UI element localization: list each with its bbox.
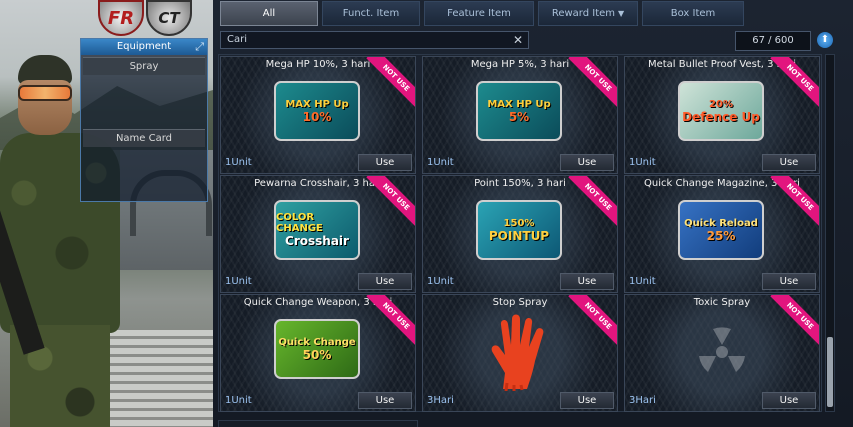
thumb-text-1: MAX HP Up bbox=[285, 98, 349, 110]
scrollbar-thumb[interactable] bbox=[827, 337, 833, 407]
use-button[interactable]: Use bbox=[358, 154, 412, 171]
use-button[interactable]: Use bbox=[358, 273, 412, 290]
thumb-text-2: 25% bbox=[706, 228, 736, 243]
item-thumbnail: 150% POINTUP bbox=[476, 200, 562, 260]
use-button[interactable]: Use bbox=[358, 392, 412, 409]
thumb-text-1: COLOR CHANGE bbox=[276, 212, 323, 234]
item-thumbnail: COLOR CHANGE Crosshair bbox=[274, 200, 360, 260]
equipment-title: Equipment bbox=[116, 41, 172, 52]
chevron-down-icon: ▼ bbox=[618, 9, 625, 18]
equipment-panel-header: Equipment ⤢ bbox=[81, 39, 207, 55]
use-button[interactable]: Use bbox=[762, 392, 816, 409]
thumb-text-2: 5% bbox=[508, 109, 530, 124]
close-icon[interactable]: ✕ bbox=[513, 32, 523, 48]
thumb-text-2: Crosshair bbox=[285, 234, 349, 248]
item-thumbnail: MAX HP Up 10% bbox=[274, 81, 360, 141]
ct-logo-text: CT bbox=[158, 9, 180, 27]
item-card[interactable]: Point 150%, 3 hari 150% POINTUP NOT USE … bbox=[422, 175, 618, 293]
item-card[interactable]: Toxic Spray NOT USE 3Hari Use bbox=[624, 294, 820, 412]
thumb-text-1: Quick Change bbox=[278, 336, 356, 348]
equipment-panel: Equipment ⤢ Spray Name Card bbox=[80, 38, 208, 202]
item-unit: 1Unit bbox=[225, 157, 252, 168]
item-unit: 1Unit bbox=[225, 395, 252, 406]
hand-spray-icon bbox=[491, 314, 544, 391]
search-input[interactable]: Cari ✕ bbox=[220, 31, 529, 49]
fr-faction-logo[interactable]: FR bbox=[98, 0, 144, 36]
item-card[interactable]: Quick Change Weapon, 3 hari Quick Change… bbox=[220, 294, 416, 412]
item-thumbnail: Quick Change 50% bbox=[274, 319, 360, 379]
thumb-text-2: POINTUP bbox=[488, 228, 550, 243]
equipment-slot-namecard-label: Name Card bbox=[83, 129, 205, 147]
item-unit: 1Unit bbox=[225, 276, 252, 287]
inventory-panel: All Funct. Item Feature Item Reward Item… bbox=[213, 0, 853, 427]
thumb-text-1: MAX HP Up bbox=[487, 98, 551, 110]
tab-feature-item[interactable]: Feature Item bbox=[424, 1, 534, 26]
thumb-text-1: 20% bbox=[709, 98, 733, 110]
item-card[interactable]: Quick Change Magazine, 3 hari Quick Relo… bbox=[624, 175, 820, 293]
item-unit: 1Unit bbox=[427, 157, 454, 168]
category-tabs: All Funct. Item Feature Item Reward Item… bbox=[220, 1, 744, 26]
item-unit: 1Unit bbox=[427, 276, 454, 287]
item-unit: 1Unit bbox=[629, 157, 656, 168]
item-grid: Mega HP 10%, 3 hari MAX HP Up 10% NOT US… bbox=[218, 54, 822, 412]
equipment-slot-spray-label: Spray bbox=[83, 57, 205, 75]
item-grid-scrollbar[interactable] bbox=[825, 54, 835, 412]
item-card[interactable]: Stop Spray NOT USE 3Hari Use bbox=[422, 294, 618, 412]
tab-funct-item-label: Funct. Item bbox=[342, 8, 400, 19]
tab-box-item-label: Box Item bbox=[670, 8, 716, 19]
tab-all-label: All bbox=[262, 8, 276, 19]
item-unit: 3Hari bbox=[427, 395, 454, 406]
soldier-goggles bbox=[18, 85, 72, 101]
tab-box-item[interactable]: Box Item bbox=[642, 1, 744, 26]
thumb-text-1: 150% bbox=[503, 217, 535, 229]
ct-faction-logo[interactable]: CT bbox=[146, 0, 192, 36]
thumb-text-2: 10% bbox=[302, 109, 332, 124]
tab-feature-item-label: Feature Item bbox=[447, 8, 511, 19]
tab-reward-item-label: Reward Item bbox=[551, 8, 616, 19]
bottom-panel-edge bbox=[218, 420, 418, 427]
item-card[interactable]: Metal Bullet Proof Vest, 3 hari 20% Defe… bbox=[624, 56, 820, 174]
fr-logo-text: FR bbox=[107, 7, 135, 29]
search-value: Cari bbox=[227, 34, 247, 45]
character-preview-scene: FR CT Equipment ⤢ Spray Name Card bbox=[0, 0, 213, 427]
expand-icon[interactable]: ⤢ bbox=[195, 39, 204, 55]
equipment-slot-spray[interactable] bbox=[83, 75, 205, 127]
item-card[interactable]: Pewarna Crosshair, 3 hari COLOR CHANGE C… bbox=[220, 175, 416, 293]
item-unit: 1Unit bbox=[629, 276, 656, 287]
use-button[interactable]: Use bbox=[560, 392, 614, 409]
item-thumbnail: MAX HP Up 5% bbox=[476, 81, 562, 141]
item-thumbnail: 20% Defence Up bbox=[678, 81, 764, 141]
thumb-text-1: Quick Reload bbox=[684, 217, 758, 229]
radiation-spray-icon bbox=[699, 327, 745, 372]
use-button[interactable]: Use bbox=[560, 154, 614, 171]
use-button[interactable]: Use bbox=[762, 154, 816, 171]
use-button[interactable]: Use bbox=[762, 273, 816, 290]
inventory-count: 67 / 600 bbox=[735, 31, 811, 51]
item-thumbnail: Quick Reload 25% bbox=[678, 200, 764, 260]
item-card[interactable]: Mega HP 5%, 3 hari MAX HP Up 5% NOT USE … bbox=[422, 56, 618, 174]
equipment-slot-namecard[interactable] bbox=[83, 147, 205, 199]
thumb-text-2: Defence Up bbox=[682, 109, 760, 124]
use-button[interactable]: Use bbox=[560, 273, 614, 290]
item-unit: 3Hari bbox=[629, 395, 656, 406]
item-card[interactable]: Mega HP 10%, 3 hari MAX HP Up 10% NOT US… bbox=[220, 56, 416, 174]
tab-funct-item[interactable]: Funct. Item bbox=[322, 1, 420, 26]
thumb-text-2: 50% bbox=[302, 347, 332, 362]
game-screen: FR CT Equipment ⤢ Spray Name Card All Fu… bbox=[0, 0, 853, 427]
tab-reward-item[interactable]: Reward Item ▼ bbox=[538, 1, 638, 26]
tab-all[interactable]: All bbox=[220, 1, 318, 26]
arrow-up-icon[interactable]: ⬆ bbox=[817, 32, 833, 48]
